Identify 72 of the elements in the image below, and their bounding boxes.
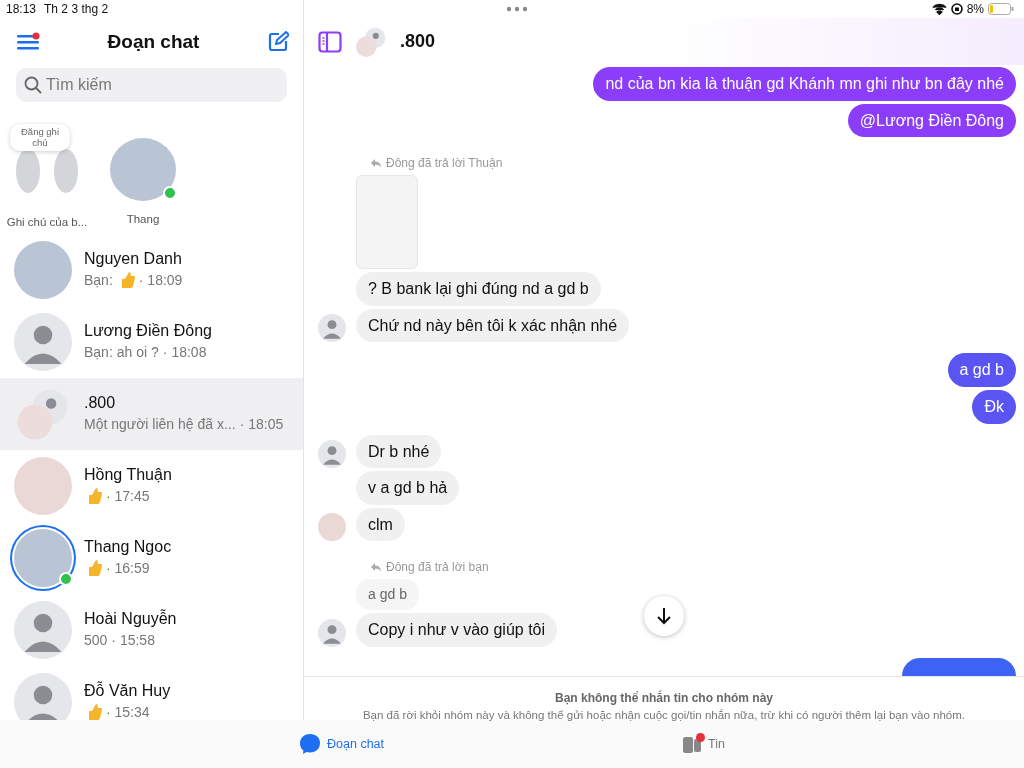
- conversation-item[interactable]: Nguyen Danh Bạn: · 18:09: [0, 234, 303, 306]
- compose-button[interactable]: [267, 31, 289, 53]
- note-label: Thang: [126, 211, 160, 227]
- message-time: · 17:45: [106, 486, 150, 506]
- wifi-icon: [931, 3, 947, 15]
- avatar-placeholder: [14, 673, 72, 720]
- tab[interactable]: Đoạn chat: [295, 731, 389, 757]
- conversation-item[interactable]: Thang Ngoc · 16:59: [0, 522, 303, 594]
- message-bubble: Đk: [972, 390, 1016, 424]
- message-time: · 15:34: [106, 702, 150, 720]
- avatar-photo: [318, 513, 346, 542]
- tab[interactable]: Tin: [678, 732, 729, 756]
- contact-name: Hồng Thuận: [84, 465, 172, 486]
- sidebar-title: Đoạn chat: [107, 30, 200, 54]
- avatar-placeholder: [318, 440, 346, 469]
- avatar-placeholder: [318, 314, 346, 343]
- quoted-message: a gd b: [356, 579, 419, 611]
- message-bubble: clm: [356, 507, 405, 542]
- status-time: 18:13: [6, 1, 37, 18]
- contact-name: Đỗ Văn Huy: [84, 681, 171, 702]
- sidebar-toggle-button[interactable]: [318, 30, 342, 53]
- message-preview: Một người liên hệ đã x...: [84, 414, 236, 434]
- down-arrow-icon: [656, 607, 672, 625]
- message-preview: 500: [84, 630, 108, 650]
- compose-icon: [267, 31, 289, 53]
- message-time: · 15:58: [111, 630, 155, 650]
- chat-bubble-icon: [299, 733, 322, 755]
- chat-title: .800: [400, 30, 436, 53]
- conversation-item[interactable]: .800 Một người liên hệ đã x... · 18:05: [0, 378, 303, 450]
- rotation-lock-icon: [950, 3, 963, 15]
- message-time: · 18:05: [239, 414, 284, 434]
- message-bubble: v a gd b hả: [356, 471, 460, 505]
- message-time: · 16:59: [106, 558, 150, 578]
- message-bubble: Dr b nhé: [356, 434, 442, 469]
- note-tooltip[interactable]: Đăng ghi chú: [10, 124, 70, 151]
- avatar-placeholder: [318, 619, 346, 647]
- multitask-dots-icon: [506, 6, 528, 12]
- message-bubble: a gd b: [947, 353, 1016, 388]
- reply-arrow-icon: [370, 562, 382, 573]
- message-bubble: ? B bank lại ghi đúng nd a gd b: [356, 272, 601, 306]
- contact-name: .800: [84, 393, 117, 414]
- message-bubble: nd của bn kia là thuận gd Khánh mn ghi như bn đây nhé: [593, 67, 1016, 101]
- notice-text: Bạn đã rời khỏi nhóm này và không thể gửi hoặc nhận cuộc gọi/tin nhắn nữa, trừ khi có người thêm lại bạn vào nhóm.: [361, 708, 967, 723]
- stories-icon: [682, 735, 703, 753]
- note-label: Ghi chú của b...: [6, 215, 88, 230]
- conversation-item[interactable]: Hoài Nguyễn 500 · 15:58: [0, 594, 303, 666]
- message-sender: Bạn:: [84, 342, 113, 362]
- menu-button[interactable]: [16, 32, 40, 52]
- contact-name: Nguyen Danh: [84, 249, 183, 270]
- scroll-down-button[interactable]: [644, 596, 684, 636]
- status-date: Th 2 3 thg 2: [44, 1, 109, 18]
- reply-note: Đông đã trả lời Thuận: [386, 155, 503, 173]
- conversation-item[interactable]: Hồng Thuận · 17:45: [0, 450, 303, 522]
- message-bubble: Copy i như v vào giúp tôi: [356, 613, 558, 647]
- contact-name: Hoài Nguyễn: [84, 609, 177, 630]
- notice-title: Bạn không thể nhắn tin cho nhóm này: [554, 689, 774, 707]
- message-time: · 18:09: [138, 270, 183, 290]
- reply-note: Đông đã trả lời bạn: [386, 559, 489, 577]
- battery-icon: [988, 3, 1014, 15]
- message-time: · 18:08: [162, 342, 207, 362]
- message-bubble: @Lương Điền Đông: [847, 103, 1016, 138]
- search-field[interactable]: Tìm kiếm: [16, 68, 287, 102]
- contact-name: Lương Điền Đông: [84, 321, 212, 342]
- message-bubble: Chứ nd này bên tôi k xác nhận nhé: [356, 308, 630, 343]
- sidebar-icon: [318, 30, 342, 53]
- battery-percent: 8%: [966, 1, 984, 18]
- message-preview: ah oi ?: [116, 342, 159, 362]
- conversation-item[interactable]: Lương Điền Đông Bạn: ah oi ? · 18:08: [0, 306, 303, 378]
- contact-name: Thang Ngoc: [84, 537, 172, 558]
- message-sender: Bạn:: [84, 270, 113, 290]
- reply-arrow-icon: [370, 158, 382, 169]
- menu-icon: [16, 32, 40, 52]
